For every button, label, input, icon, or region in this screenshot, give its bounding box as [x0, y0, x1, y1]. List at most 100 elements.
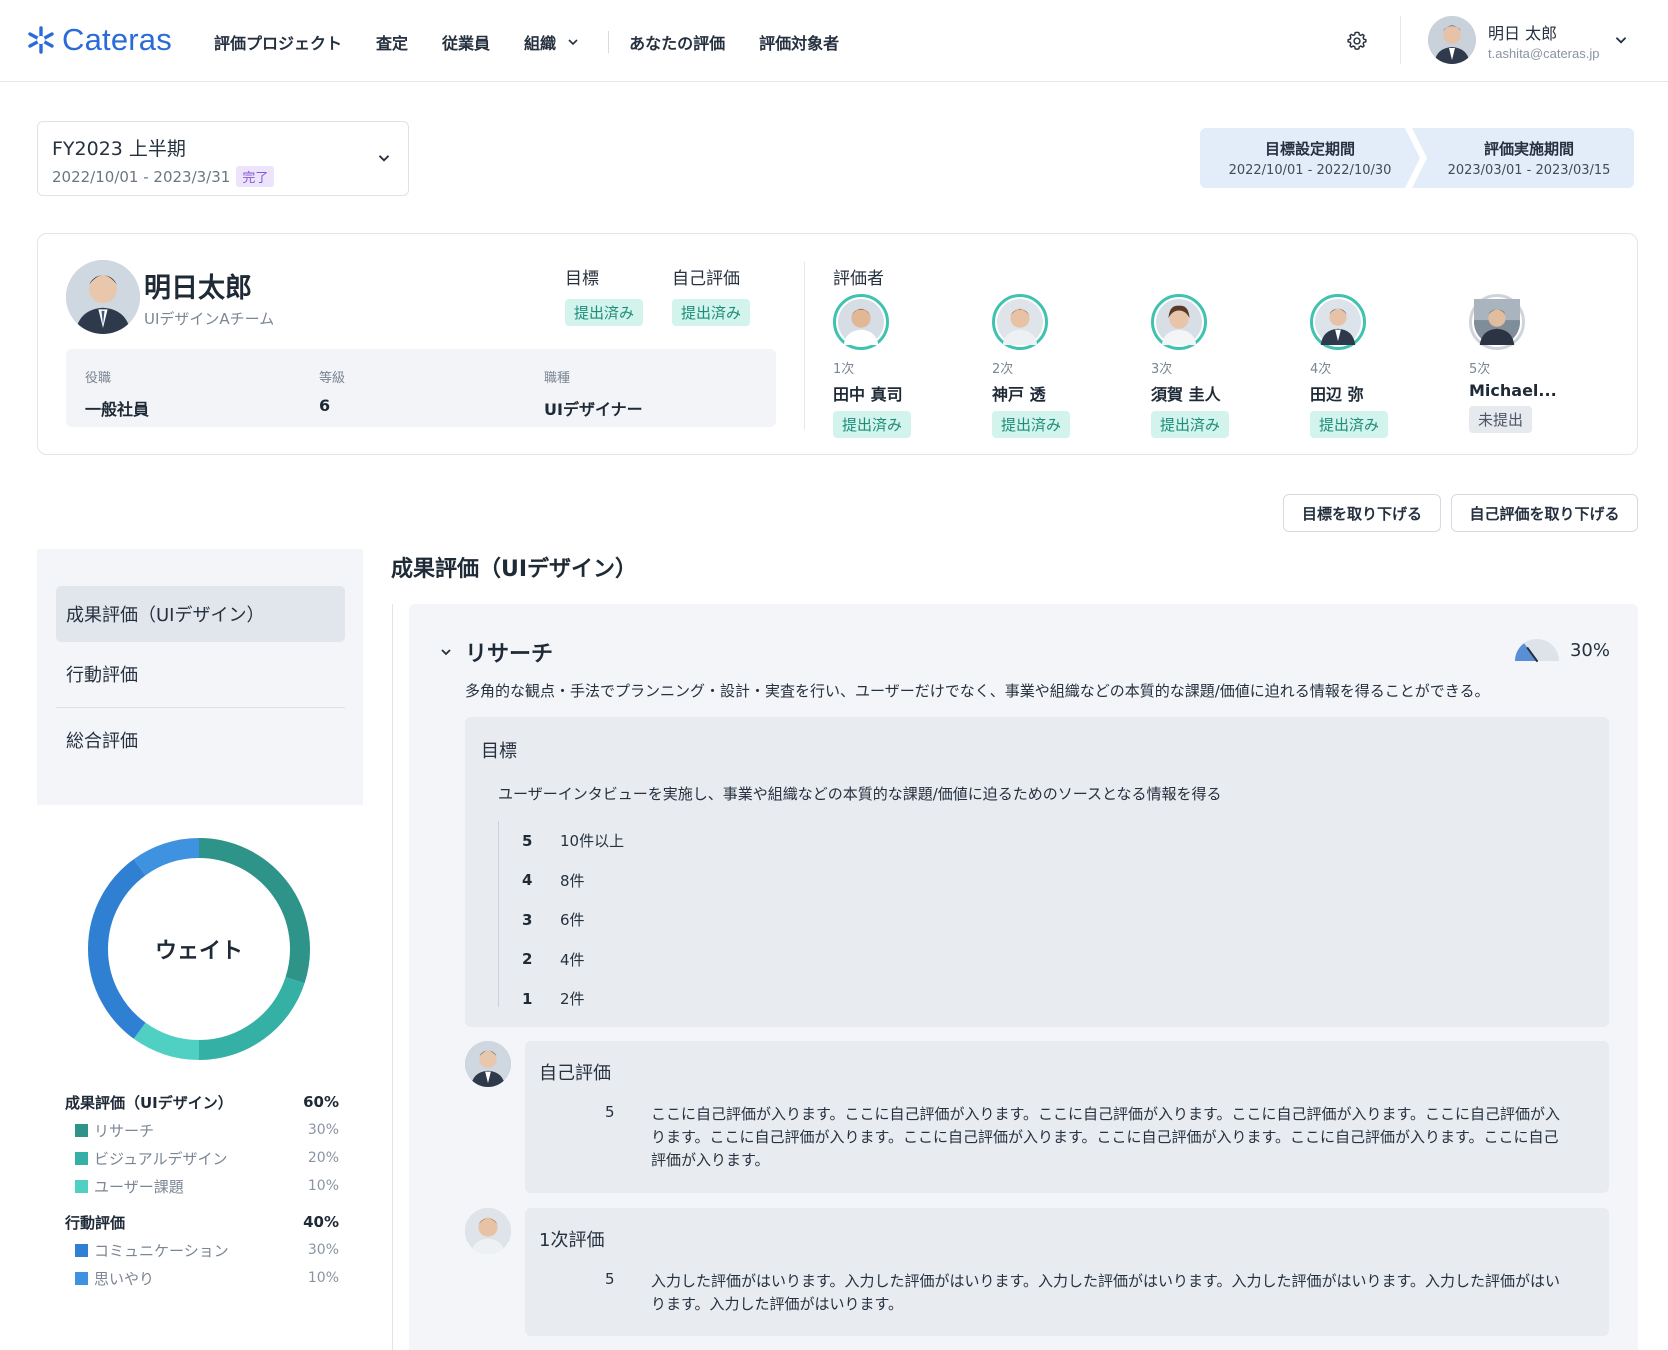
legend-group-name: 行動評価: [65, 1213, 126, 1232]
section-sidebar: 成果評価（UIデザイン） 行動評価 総合評価: [37, 549, 363, 805]
evaluator-avatar: [992, 294, 1048, 350]
donut-segment-3: [133, 1022, 200, 1060]
legend-item-pct: 30%: [307, 1122, 339, 1138]
sidebar-divider: [56, 707, 345, 708]
scale-score: 1: [522, 989, 533, 1008]
sidebar-item-overall[interactable]: 総合評価: [56, 712, 345, 768]
evaluator-name: 田中 真司: [833, 385, 903, 404]
info-value: 6: [319, 396, 331, 415]
info-value: 一般社員: [85, 400, 150, 419]
logo[interactable]: Cateras: [26, 22, 172, 58]
evaluators-title: 評価者: [833, 269, 884, 289]
evaluator-name: Michael...: [1469, 381, 1557, 400]
goal-label: 目標: [481, 741, 517, 762]
goal-scale: 5 10件以上 4 8件 3 6件 2 4件 1 2件: [498, 821, 898, 1008]
nav-your-evaluation[interactable]: あなたの評価: [629, 30, 725, 54]
logo-icon: [28, 26, 54, 54]
info-value: UIデザイナー: [544, 400, 643, 419]
evaluator-3[interactable]: 3次 須賀 圭人 提出済み: [1151, 294, 1301, 438]
weight-donut-chart: ウェイト: [82, 832, 316, 1070]
main-nav: 評価プロジェクト 査定 従業員 組織 あなたの評価 評価対象者: [214, 30, 873, 54]
status-badge: 提出済み: [1151, 411, 1230, 438]
nav-evaluatees[interactable]: 評価対象者: [759, 30, 839, 54]
evaluator-order: 2次: [992, 362, 1014, 377]
scale-row: 1 2件: [499, 979, 898, 1019]
donut-segment-5: [133, 838, 200, 876]
comment-text: ここに自己評価が入ります。ここに自己評価が入ります。ここに自己評価が入ります。こ…: [651, 1105, 1561, 1169]
info-key: 職種: [544, 371, 571, 386]
legend-group-pct: 40%: [303, 1213, 339, 1231]
evaluator-2[interactable]: 2次 神戸 透 提出済み: [992, 294, 1142, 438]
status-badge: 未提出: [1469, 406, 1533, 433]
legend-item-pct: 10%: [307, 1270, 339, 1286]
scale-score: 4: [522, 871, 533, 890]
scale-text: 6件: [560, 911, 585, 930]
user-avatar: [1428, 16, 1476, 64]
scale-text: 2件: [560, 990, 585, 1009]
legend-item-name: ビジュアルデザイン: [94, 1149, 228, 1168]
withdraw-goal-button[interactable]: 目標を取り下げる: [1283, 494, 1441, 532]
nav-eval-project[interactable]: 評価プロジェクト: [214, 30, 342, 54]
goal-status: 目標 提出済み: [565, 264, 644, 326]
legend-item-name: リサーチ: [94, 1121, 155, 1140]
evaluator-5[interactable]: 5次 Michael... 未提出: [1469, 294, 1619, 433]
section-description: 多角的な観点・手法でプランニング・設計・実査を行い、ユーザーだけでなく、事業や組…: [465, 682, 1490, 700]
legend-item-name: 思いやり: [94, 1269, 155, 1288]
evaluator-name: 田辺 弥: [1310, 385, 1364, 404]
legend-item: 思いやり 10%: [65, 1264, 339, 1292]
chevron-down-icon: [568, 39, 578, 46]
employee-info: 役職 一般社員 等級 6 職種 UIデザイナー: [66, 349, 776, 427]
nav-organization[interactable]: 組織: [524, 30, 580, 54]
employee-name: 明日太郎: [144, 273, 252, 304]
evaluator-order: 4次: [1310, 362, 1332, 377]
sidebar-item-behavior[interactable]: 行動評価: [56, 646, 345, 702]
evaluator-1[interactable]: 1次 田中 真司 提出済み: [833, 294, 983, 438]
evaluator-avatar: [1151, 294, 1207, 350]
section-panel: リサーチ 30% 多角的な観点・手法でプランニング・設計・実査を行い、ユーザーだ…: [409, 604, 1638, 1350]
sidebar-item-performance[interactable]: 成果評価（UIデザイン）: [56, 586, 345, 642]
period-title: FY2023 上半期: [52, 138, 186, 160]
nav-assessment[interactable]: 査定: [376, 30, 408, 54]
evaluator-avatar: [1310, 294, 1366, 350]
scale-row: 3 6件: [499, 900, 898, 940]
comment-box: 自己評価 5 ここに自己評価が入ります。ここに自己評価が入ります。ここに自己評価…: [525, 1041, 1609, 1193]
scale-row: 5 10件以上: [499, 821, 898, 861]
gear-icon[interactable]: [1346, 30, 1368, 52]
comment-score: 5: [605, 1103, 615, 1121]
chevron-down-icon[interactable]: [439, 645, 453, 659]
goal-text: ユーザーインタビューを実施し、事業や組織などの本質的な課題/価値に迫るためのソー…: [498, 785, 1222, 803]
comment-score: 5: [605, 1270, 615, 1288]
withdraw-self-eval-button[interactable]: 自己評価を取り下げる: [1451, 494, 1638, 532]
evaluator-order: 5次: [1469, 362, 1491, 377]
donut-center-label: ウェイト: [155, 939, 243, 964]
legend-group-header: 行動評価 40%: [65, 1208, 339, 1236]
nav-organization-label: 組織: [524, 34, 557, 53]
info-key: 等級: [319, 371, 346, 386]
legend-item-pct: 20%: [307, 1150, 339, 1166]
legend-group-name: 成果評価（UIデザイン）: [65, 1093, 233, 1112]
self-eval-status-label: 自己評価: [672, 269, 740, 289]
section-header[interactable]: リサーチ: [439, 636, 553, 668]
status-badge: 完了: [236, 166, 275, 187]
info-key: 役職: [85, 371, 112, 386]
scale-row: 2 4件: [499, 940, 898, 980]
status-badge: 提出済み: [672, 299, 751, 326]
status-badge: 提出済み: [992, 411, 1071, 438]
employee-avatar: [66, 260, 140, 334]
user-name: 明日 太郎: [1488, 23, 1558, 43]
evaluator-4[interactable]: 4次 田辺 弥 提出済み: [1310, 294, 1460, 438]
chevron-down-icon: [1616, 37, 1627, 44]
legend-group-pct: 60%: [303, 1093, 339, 1111]
legend-swatch: [75, 1151, 88, 1165]
scale-text: 4件: [560, 950, 585, 969]
legend-item: ユーザー課題 10%: [65, 1172, 339, 1200]
self-eval-status: 自己評価 提出済み: [672, 264, 751, 326]
period-select[interactable]: FY2023 上半期 2022/10/01 - 2023/3/31 完了: [37, 121, 409, 196]
legend-swatch: [75, 1271, 88, 1285]
chevron-down-icon: [378, 155, 390, 162]
evaluator-avatar: [833, 294, 889, 350]
legend-item: リサーチ 30%: [65, 1116, 339, 1144]
legend-item-pct: 10%: [307, 1178, 339, 1194]
nav-employees[interactable]: 従業員: [442, 30, 490, 54]
user-menu[interactable]: 明日 太郎 t.ashita@cateras.jp: [1428, 16, 1629, 64]
